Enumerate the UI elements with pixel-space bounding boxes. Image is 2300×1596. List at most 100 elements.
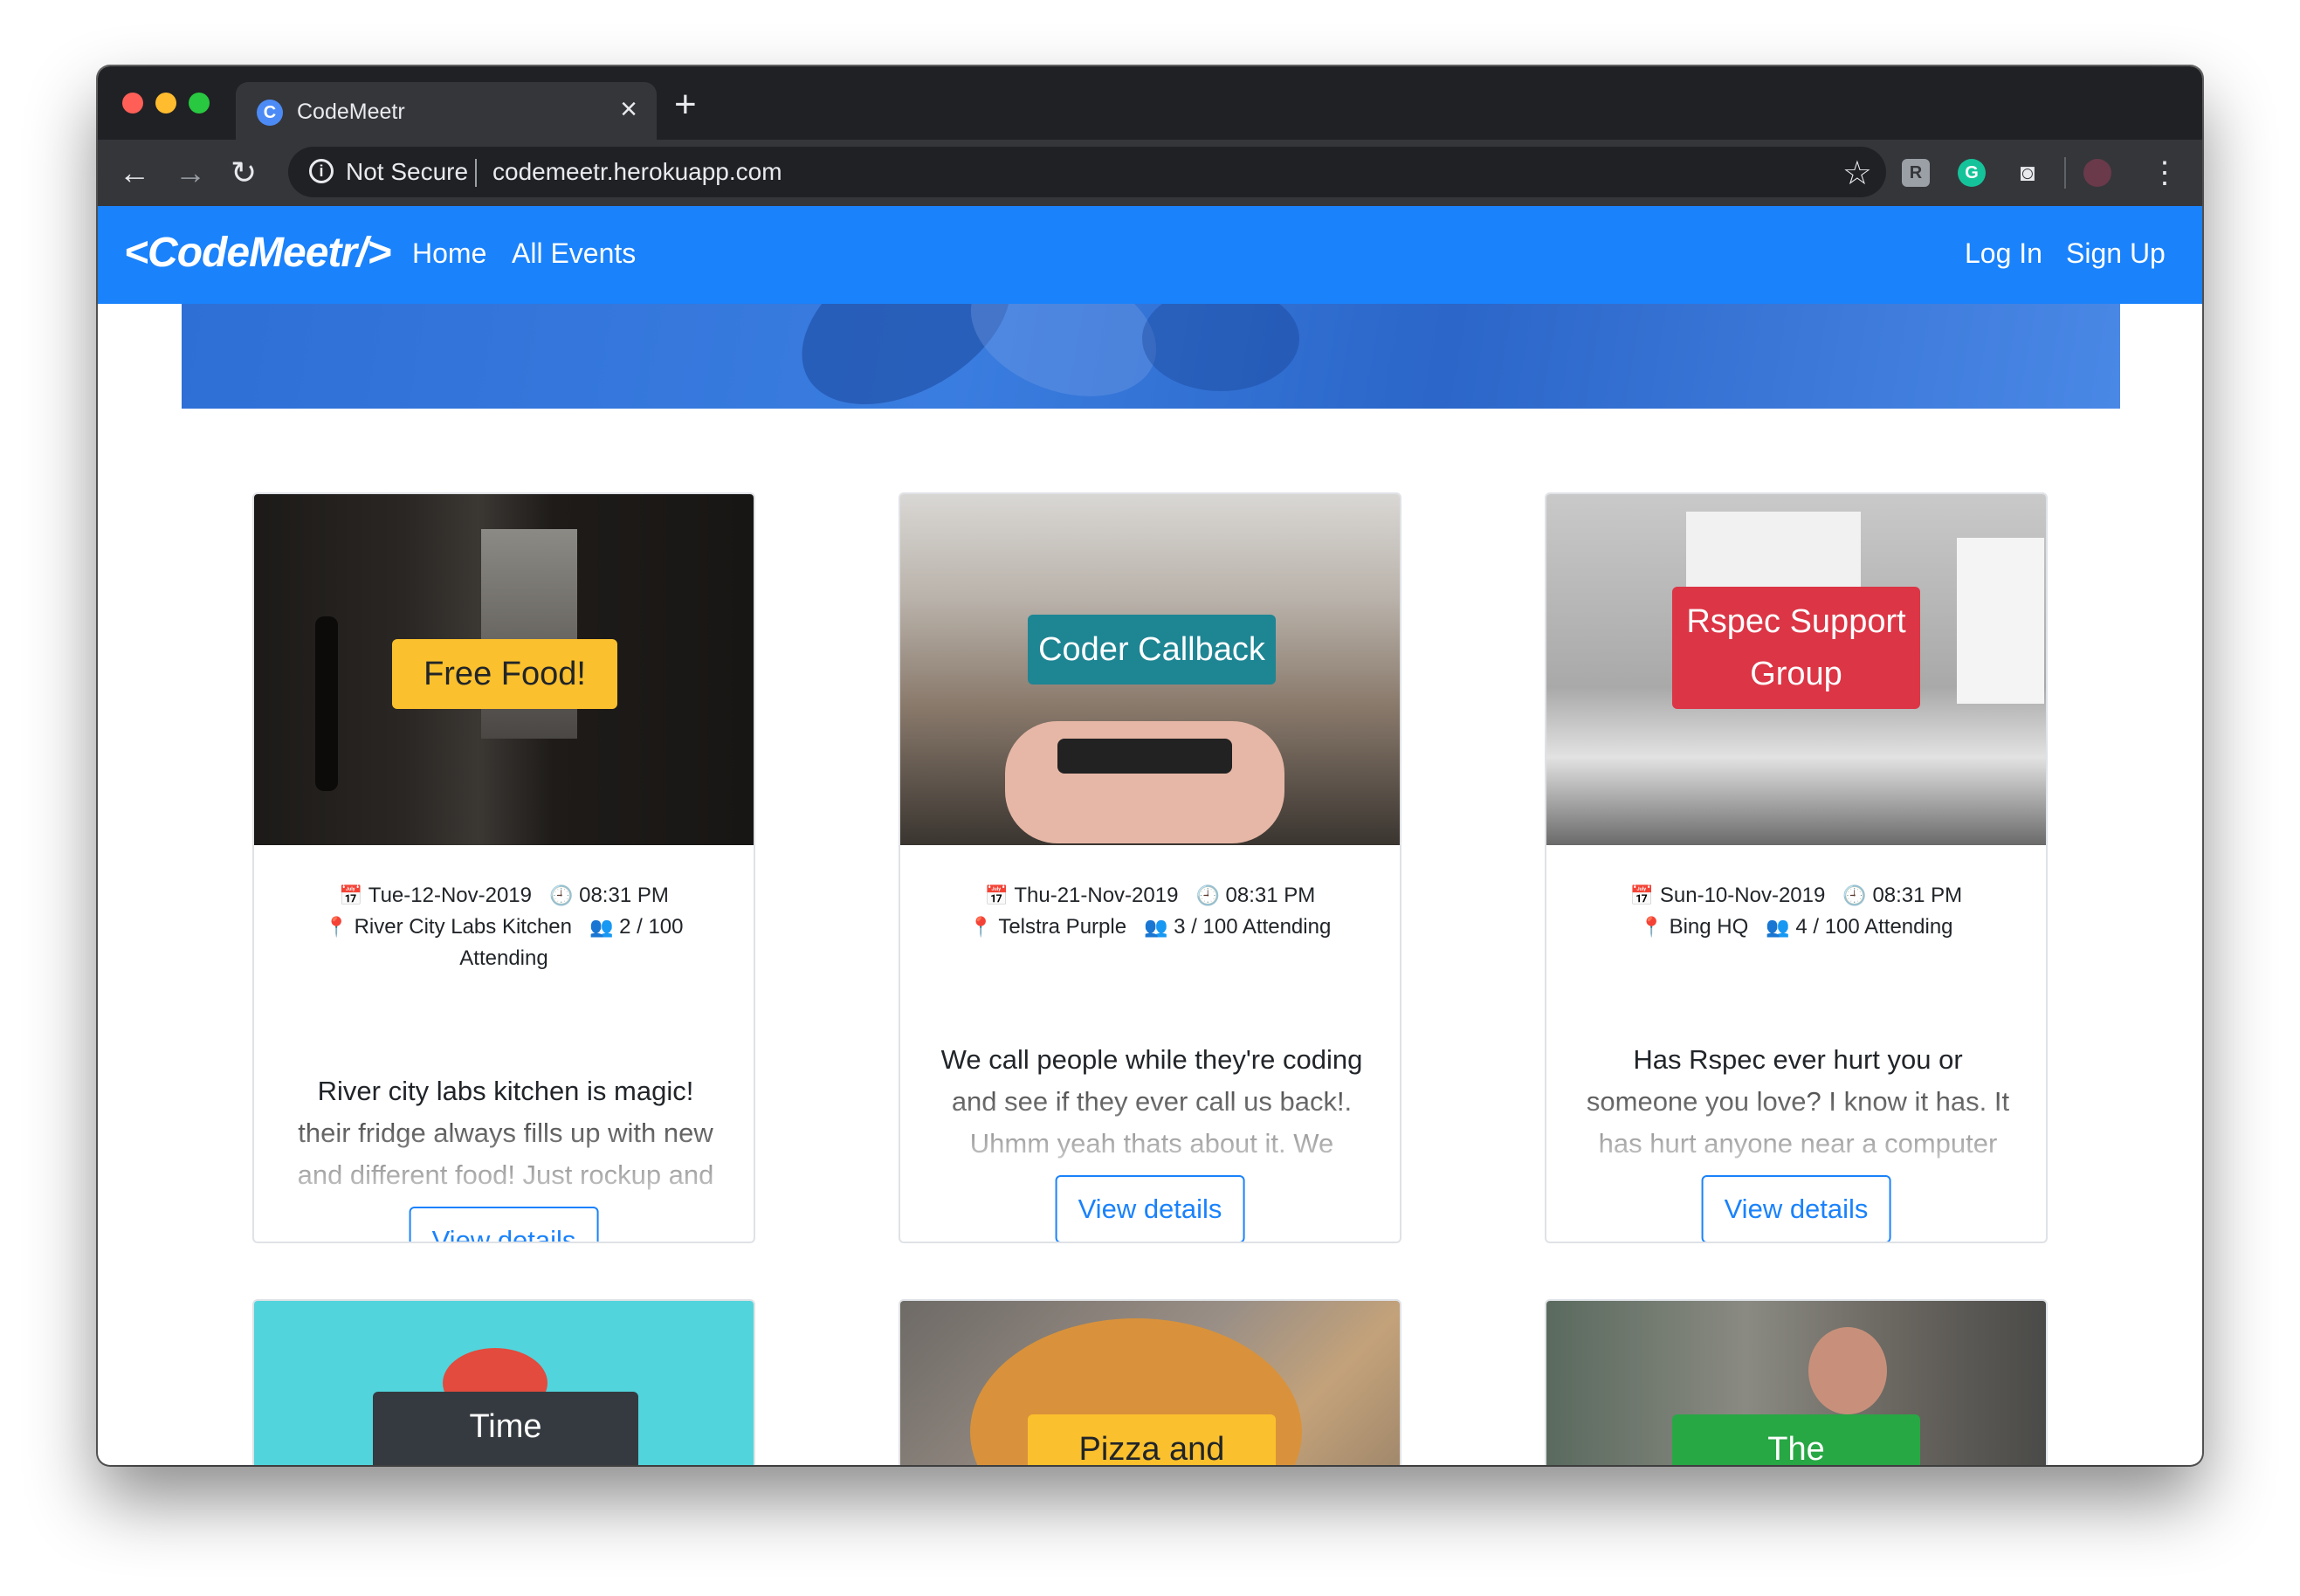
calendar-icon: 📅 bbox=[339, 884, 363, 906]
profile-avatar[interactable] bbox=[2083, 159, 2111, 187]
event-date: Thu-21-Nov-2019 bbox=[1014, 884, 1179, 907]
security-label: Not Secure bbox=[346, 158, 469, 185]
event-location: Telstra Purple bbox=[998, 915, 1127, 939]
event-meta: 📅 Thu-21-Nov-2019 🕘 08:31 PM 📍 Telstra P… bbox=[900, 880, 1400, 943]
event-badge: Free Food! bbox=[392, 639, 617, 709]
back-arrow-icon[interactable]: ← bbox=[119, 157, 150, 189]
camera-icon[interactable]: ◙ bbox=[2014, 159, 2042, 187]
event-attending: 3 / 100 Attending bbox=[1174, 915, 1332, 939]
event-card: Free Food! 📅 Tue-12-Nov-2019 🕘 08:31 PM … bbox=[252, 492, 755, 1243]
tab-title: CodeMeetr bbox=[297, 100, 405, 124]
event-attending: 2 / 100 bbox=[619, 915, 684, 939]
menu-kebab-icon[interactable]: ⋮ bbox=[2150, 157, 2179, 189]
event-badge: Rspec Support Group bbox=[1672, 587, 1920, 709]
nav-all-events-link[interactable]: All Events bbox=[512, 237, 636, 270]
clock-icon: 🕘 bbox=[1842, 884, 1867, 906]
url-text[interactable]: codemeetr.herokuapp.com bbox=[492, 158, 782, 186]
login-link[interactable]: Log In bbox=[1965, 237, 2042, 270]
event-meta: 📅 Sun-10-Nov-2019 🕘 08:31 PM 📍 Bing HQ 👥… bbox=[1546, 880, 2046, 943]
event-image: The bbox=[1546, 1301, 2046, 1465]
maximize-window-button[interactable] bbox=[189, 93, 210, 114]
flipchart-shape bbox=[1957, 538, 2044, 704]
event-meta: 📅 Tue-12-Nov-2019 🕘 08:31 PM 📍 River Cit… bbox=[254, 880, 754, 974]
plus-icon[interactable]: + bbox=[674, 86, 697, 124]
address-bar[interactable]: i Not Secure codemeetr.herokuapp.com ☆ bbox=[288, 147, 1886, 197]
description-line: River city labs kitchen is magic! bbox=[317, 1076, 694, 1106]
browser-window: C CodeMeetr × + ← → ↻ i Not Secure codem… bbox=[98, 66, 2202, 1465]
browser-tab[interactable]: C CodeMeetr × bbox=[236, 82, 657, 140]
omnibox-divider bbox=[475, 159, 477, 187]
event-card: Time bbox=[252, 1299, 755, 1465]
event-image: Pizza and bbox=[900, 1301, 1400, 1465]
users-icon: 👥 bbox=[1144, 916, 1168, 938]
event-badge: Pizza and bbox=[1028, 1414, 1276, 1465]
event-time: 08:31 PM bbox=[579, 884, 669, 907]
event-description: River city labs kitchen is magic! their … bbox=[289, 1070, 722, 1196]
event-description: We call people while they're coding and … bbox=[935, 1039, 1368, 1165]
event-image: Free Food! bbox=[254, 494, 754, 845]
view-details-button[interactable]: View details bbox=[409, 1207, 599, 1242]
event-card: The bbox=[1545, 1299, 2048, 1465]
phone-shape bbox=[1057, 739, 1232, 774]
view-details-button[interactable]: View details bbox=[1701, 1175, 1891, 1242]
screenshot-stage: C CodeMeetr × + ← → ↻ i Not Secure codem… bbox=[0, 0, 2300, 1596]
info-icon[interactable]: i bbox=[309, 159, 334, 183]
minimize-window-button[interactable] bbox=[155, 93, 176, 114]
event-location: Bing HQ bbox=[1669, 915, 1749, 939]
clock-icon: 🕘 bbox=[549, 884, 574, 906]
location-pin-icon: 📍 bbox=[324, 916, 348, 938]
description-line: someone you love? I know it has. It bbox=[1586, 1086, 2010, 1117]
event-date: Sun-10-Nov-2019 bbox=[1659, 884, 1826, 907]
description-line: Has Rspec ever hurt you or bbox=[1633, 1044, 1963, 1075]
event-image: Time bbox=[254, 1301, 754, 1465]
event-card: Coder Callback 📅 Thu-21-Nov-2019 🕘 08:31… bbox=[899, 492, 1401, 1243]
nav-home-link[interactable]: Home bbox=[412, 237, 486, 270]
hero-image-shape bbox=[952, 304, 1175, 409]
calendar-icon: 📅 bbox=[1629, 884, 1655, 906]
event-description: Has Rspec ever hurt you or someone you l… bbox=[1581, 1039, 2014, 1165]
location-pin-icon: 📍 bbox=[1639, 916, 1663, 938]
tab-bar: C CodeMeetr × + bbox=[98, 66, 2202, 140]
description-line: and different food! Just rockup and bbox=[297, 1159, 714, 1190]
event-date: Tue-12-Nov-2019 bbox=[368, 884, 533, 907]
description-line: their fridge always fills up with new bbox=[298, 1118, 713, 1148]
hero-image-shape bbox=[1142, 304, 1299, 391]
event-location: River City Labs Kitchen bbox=[354, 915, 572, 939]
person-shape bbox=[1808, 1327, 1887, 1414]
signup-link[interactable]: Sign Up bbox=[2066, 237, 2166, 270]
event-time: 08:31 PM bbox=[1872, 884, 1963, 907]
close-window-button[interactable] bbox=[122, 93, 143, 114]
clock-icon: 🕘 bbox=[1195, 884, 1220, 906]
phone-shape bbox=[315, 616, 338, 791]
calendar-icon: 📅 bbox=[984, 884, 1009, 906]
users-icon: 👥 bbox=[1766, 916, 1790, 938]
event-badge: Time bbox=[373, 1392, 638, 1465]
reload-icon[interactable]: ↻ bbox=[231, 157, 257, 189]
browser-toolbar: ← → ↻ i Not Secure codemeetr.herokuapp.c… bbox=[98, 140, 2202, 206]
description-line: and see if they ever call us back!. bbox=[951, 1086, 1353, 1117]
description-line: We call people while they're coding bbox=[940, 1044, 1363, 1075]
event-attending: 4 / 100 Attending bbox=[1795, 915, 1953, 939]
forward-arrow-icon[interactable]: → bbox=[175, 157, 206, 189]
close-icon[interactable]: × bbox=[620, 94, 637, 124]
event-card: Pizza and bbox=[899, 1299, 1401, 1465]
event-image: Rspec Support Group bbox=[1546, 494, 2046, 845]
view-details-button[interactable]: View details bbox=[1055, 1175, 1245, 1242]
event-time: 08:31 PM bbox=[1225, 884, 1316, 907]
location-pin-icon: 📍 bbox=[968, 916, 994, 938]
brand-logo[interactable]: <CodeMeetr/> bbox=[124, 229, 391, 277]
event-image: Coder Callback bbox=[900, 494, 1400, 845]
hero-banner bbox=[182, 304, 2120, 409]
event-card: Rspec Support Group 📅 Sun-10-Nov-2019 🕘 … bbox=[1545, 492, 2048, 1243]
extension-ruler-icon[interactable]: R bbox=[1902, 159, 1930, 187]
grammarly-icon[interactable]: G bbox=[1958, 159, 1986, 187]
favicon-icon: C bbox=[257, 100, 283, 126]
description-line: has hurt anyone near a computer bbox=[1598, 1128, 1998, 1159]
event-badge: Coder Callback bbox=[1028, 615, 1276, 684]
description-line: Uhmm yeah thats about it. We bbox=[969, 1128, 1334, 1159]
bookmark-star-icon[interactable]: ☆ bbox=[1842, 154, 1872, 193]
app-navbar: <CodeMeetr/> Home All Events Log In Sign… bbox=[98, 206, 2202, 304]
users-icon: 👥 bbox=[589, 916, 614, 938]
event-badge: The bbox=[1672, 1414, 1920, 1465]
event-attending-label: Attending bbox=[459, 946, 548, 970]
